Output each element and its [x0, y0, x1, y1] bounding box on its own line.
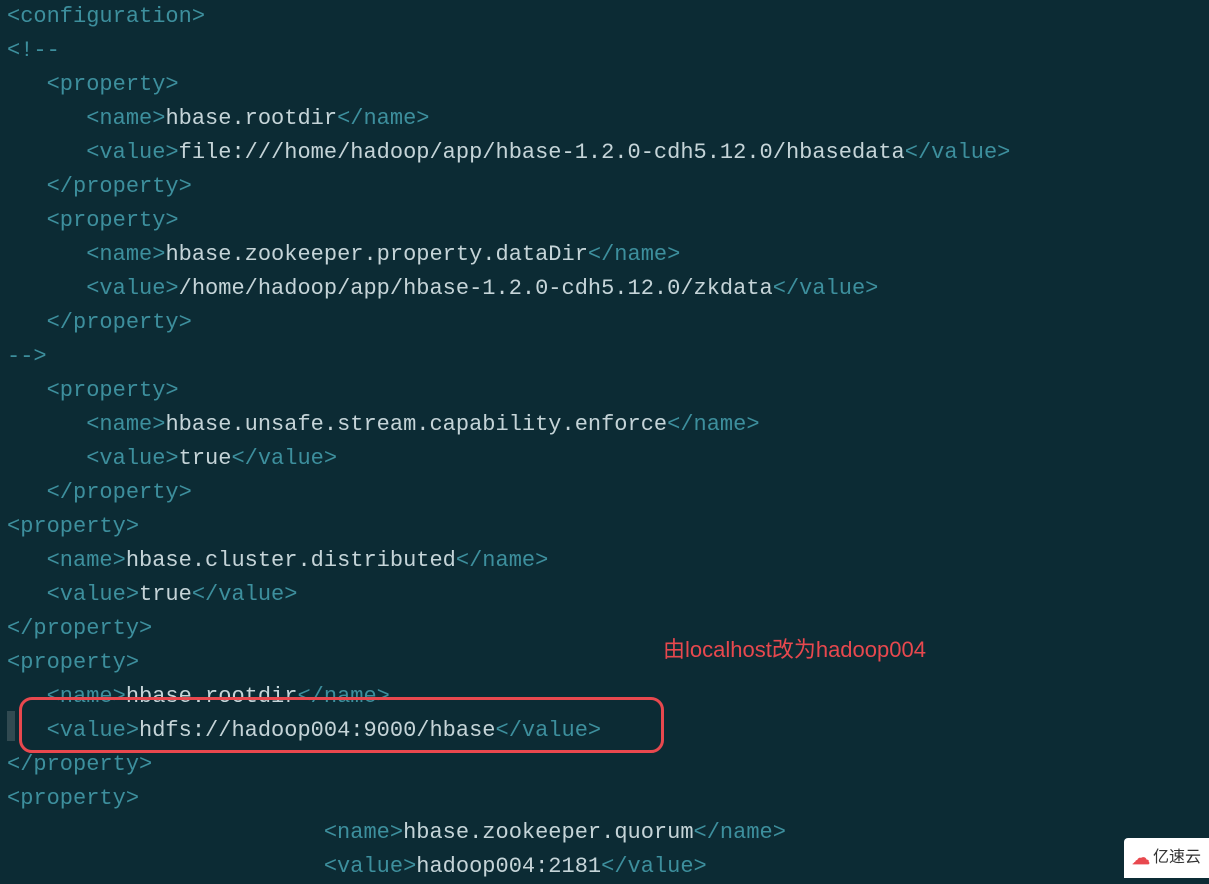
- code-line: <value>true</value>: [7, 578, 1209, 612]
- code-line: <value>/home/hadoop/app/hbase-1.2.0-cdh5…: [7, 272, 1209, 306]
- code-line: <property>: [7, 204, 1209, 238]
- code-line: <name>hbase.cluster.distributed</name>: [7, 544, 1209, 578]
- code-line: <value>hadoop004:2181</value>: [7, 850, 1209, 884]
- code-line: -->: [7, 340, 1209, 374]
- annotation-text: 由localhost改为hadoop004: [663, 633, 926, 667]
- code-line: <property>: [7, 510, 1209, 544]
- code-line: <value>hdfs://hadoop004:9000/hbase</valu…: [7, 714, 1209, 748]
- code-line: </property>: [7, 170, 1209, 204]
- selection-highlight: [7, 711, 15, 741]
- code-line: <name>hbase.unsafe.stream.capability.enf…: [7, 408, 1209, 442]
- watermark: ☁ 亿速云: [1124, 838, 1209, 878]
- code-line: <configuration>: [7, 0, 1209, 34]
- code-line: <value>file:///home/hadoop/app/hbase-1.2…: [7, 136, 1209, 170]
- code-line: </property>: [7, 476, 1209, 510]
- code-line: <name>hbase.rootdir</name>: [7, 102, 1209, 136]
- code-line: <value>true</value>: [7, 442, 1209, 476]
- code-line: <name>hbase.rootdir</name>: [7, 680, 1209, 714]
- code-line: <property>: [7, 782, 1209, 816]
- watermark-text: 亿速云: [1153, 841, 1201, 875]
- code-line: <property>: [7, 68, 1209, 102]
- cloud-icon: ☁: [1132, 841, 1150, 875]
- code-line: <name>hbase.zookeeper.quorum</name>: [7, 816, 1209, 850]
- code-line: <property>: [7, 646, 1209, 680]
- code-line: <name>hbase.zookeeper.property.dataDir</…: [7, 238, 1209, 272]
- code-line: </property>: [7, 306, 1209, 340]
- code-line: <!--: [7, 34, 1209, 68]
- code-line: <property>: [7, 374, 1209, 408]
- code-block: <configuration><!-- <property> <name>hba…: [0, 0, 1209, 884]
- code-line: </property>: [7, 748, 1209, 782]
- code-line: </property>: [7, 612, 1209, 646]
